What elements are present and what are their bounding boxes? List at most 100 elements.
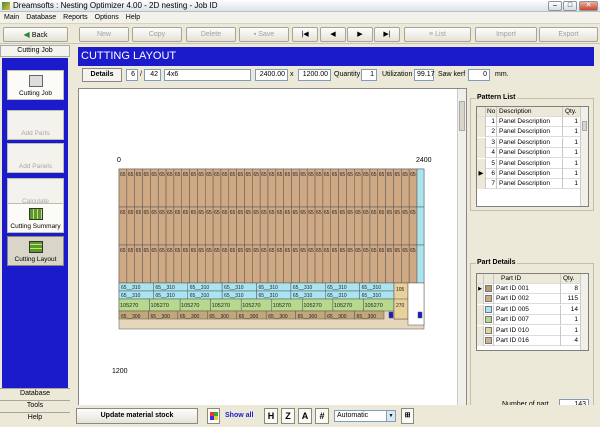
part-row[interactable]: Part ID 002 115 (477, 294, 588, 305)
next-record-button[interactable]: ▶ (347, 27, 373, 42)
offcut[interactable] (407, 282, 425, 326)
tall-part-label: 65 (300, 172, 306, 178)
bottom-part-label: 65__300 (327, 314, 347, 320)
pattern-list-scrollbar[interactable] (580, 107, 588, 206)
vertical-scrollbar[interactable] (457, 89, 466, 414)
row-indicator (477, 179, 486, 190)
tall-part-label: 65 (245, 172, 251, 178)
save-button[interactable]: ▪ Save (239, 27, 289, 42)
part-row[interactable]: Part ID 005 14 (477, 304, 588, 315)
edge-strip[interactable] (416, 244, 425, 284)
grid-hash-button[interactable]: # (315, 408, 329, 424)
prev-record-button[interactable]: ◀ (320, 27, 346, 42)
part-row[interactable]: ▶ Part ID 001 8 (477, 284, 588, 294)
pattern-row[interactable]: 7 Panel Description 1 (477, 179, 588, 190)
part-id: Part ID 001 (494, 284, 561, 294)
horizontal-cut-button[interactable]: H (264, 408, 278, 424)
cutting-job-icon (29, 75, 43, 87)
pattern-row[interactable]: 1 Panel Description 1 (477, 117, 588, 127)
pattern-row[interactable]: ▶ 6 Panel Description 1 (477, 169, 588, 179)
part-row[interactable]: Part ID 016 4 (477, 336, 588, 346)
tall-part-label: 65 (269, 210, 275, 216)
sidebar-footer-database[interactable]: Database (0, 388, 70, 399)
tall-part-label: 65 (191, 172, 197, 178)
menu-reports[interactable]: Reports (59, 12, 91, 21)
copy-button[interactable]: Copy (132, 27, 182, 42)
edge-strip[interactable] (416, 206, 425, 246)
col-part-qty[interactable]: Qty. (561, 274, 581, 284)
list-button[interactable]: ≡ List (404, 27, 471, 42)
export-button[interactable]: Export (539, 27, 598, 42)
z-cut-button[interactable]: Z (281, 408, 295, 424)
pattern-row[interactable]: 4 Panel Description 1 (477, 148, 588, 159)
part-qty: 4 (561, 336, 581, 346)
tall-part-label: 65 (394, 248, 400, 254)
edge-strip[interactable] (416, 168, 425, 208)
details-button[interactable]: Details (82, 68, 122, 82)
tall-part-label: 65 (253, 248, 259, 254)
part-qty: 1 (561, 315, 581, 326)
menu-database[interactable]: Database (22, 12, 59, 21)
col-qty[interactable]: Qty. (563, 107, 581, 117)
tall-part-label: 65 (293, 248, 299, 254)
panel-name-field[interactable]: 4x6 (164, 69, 251, 81)
pattern-row[interactable]: 3 Panel Description 1 (477, 137, 588, 148)
show-all-link[interactable]: Show all (225, 410, 253, 422)
part-details-grid[interactable]: Part ID Qty. ▶ Part ID 001 8 Part ID 002 115… (476, 273, 589, 351)
pattern-index-field[interactable]: 6 (126, 69, 138, 81)
layout-options-icon[interactable]: ⊞ (401, 408, 414, 424)
part-row[interactable]: Part ID 007 1 (477, 315, 588, 326)
panel-width-field[interactable]: 2400.00 (255, 69, 288, 81)
row-indicator (477, 158, 486, 169)
blue-marker[interactable] (417, 311, 423, 319)
a-cut-button[interactable]: A (298, 408, 312, 424)
sidebar-item-cutting-summary[interactable]: Cutting Summary (7, 203, 64, 233)
vertical-part-270[interactable] (393, 298, 409, 320)
menu-options[interactable]: Options (91, 12, 122, 21)
col-part-id[interactable]: Part ID (494, 274, 561, 284)
pattern-row[interactable]: 2 Panel Description 1 (477, 127, 588, 138)
color-palette-icon[interactable] (207, 408, 220, 424)
panel-height-field[interactable]: 1200.00 (298, 69, 331, 81)
sidebar-item-add-parts[interactable]: Add Parts (7, 110, 64, 140)
import-button[interactable]: Import (475, 27, 537, 42)
sidebar-item-cutting-layout[interactable]: Cutting Layout (7, 236, 64, 266)
sidebar-footer-help[interactable]: Help (0, 412, 70, 423)
mode-select[interactable]: Automatic ▼ (334, 410, 396, 422)
pattern-list-scroll-thumb[interactable] (582, 121, 587, 131)
green-part-label: 105270 (334, 303, 352, 309)
tall-part-label: 65 (238, 248, 244, 254)
minimize-button[interactable]: – (548, 1, 562, 11)
quantity-field[interactable]: 1 (361, 69, 377, 81)
part-details-scrollbar[interactable] (580, 274, 588, 350)
maximize-button[interactable]: □ (563, 1, 577, 11)
update-material-stock-button[interactable]: Update material stock (76, 408, 198, 424)
vertical-scroll-thumb[interactable] (459, 101, 465, 131)
pattern-no: 2 (486, 127, 497, 138)
back-button[interactable]: ◀ Back (3, 27, 68, 42)
last-record-button[interactable]: ▶| (374, 27, 400, 42)
delete-button[interactable]: Delete (186, 27, 236, 42)
row-indicator (477, 127, 486, 138)
pattern-list-grid[interactable]: No Description Qty. 1 Panel Description 1 2… (476, 106, 589, 207)
part-color-swatch (484, 294, 494, 305)
layout-canvas[interactable]: 0 2400 1200 65 65 65 65 65 65 65 65 65 65 65 65 65 65… (78, 88, 467, 415)
green-part-label: 105270 (181, 303, 199, 309)
sidebar-item-add-panels[interactable]: Add Panels (7, 143, 64, 173)
menu-help[interactable]: Help (122, 12, 143, 21)
pattern-slash: / (140, 71, 142, 78)
saw-kerf-field[interactable]: 0 (468, 69, 490, 81)
part-color-swatch (484, 336, 494, 346)
col-no[interactable]: No (486, 107, 497, 117)
part-row[interactable]: Part ID 010 1 (477, 325, 588, 336)
col-description[interactable]: Description (497, 107, 563, 117)
sidebar-item-cutting-job[interactable]: Cutting Job (7, 70, 64, 100)
close-button[interactable]: ✕ (579, 1, 598, 11)
menu-main[interactable]: Main (0, 12, 22, 21)
new-button[interactable]: New (79, 27, 129, 42)
pattern-list-group: Pattern List No Description Qty. 1 Panel … (470, 94, 594, 211)
blue-marker[interactable] (388, 311, 394, 319)
sidebar-footer-tools[interactable]: Tools (0, 400, 70, 411)
pattern-row[interactable]: 5 Panel Description 1 (477, 158, 588, 169)
first-record-button[interactable]: |◀ (292, 27, 318, 42)
